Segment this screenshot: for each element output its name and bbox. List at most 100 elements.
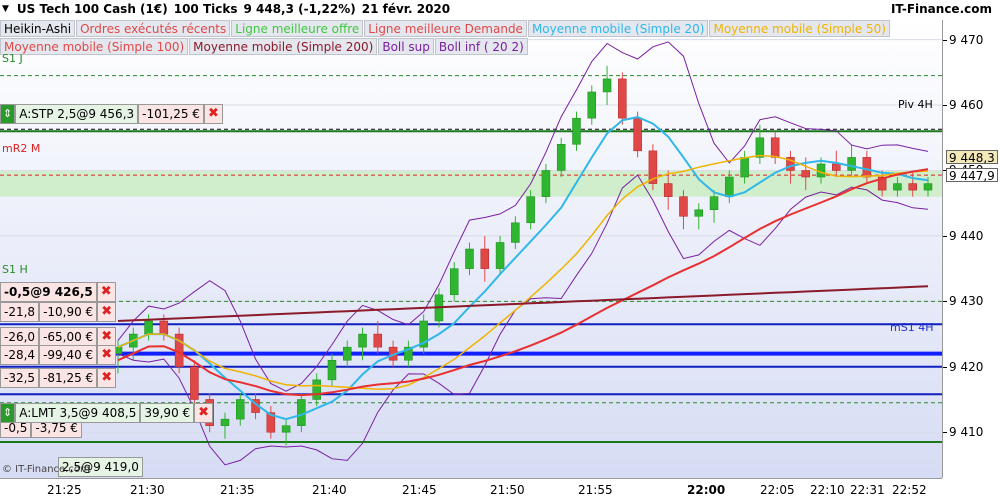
price-tick-label: 9 440 (949, 228, 984, 243)
candle-body (541, 170, 551, 197)
time-tick-label: 21:30 (130, 483, 165, 497)
price-tick-mark (943, 39, 947, 41)
stop-order-label[interactable]: A:STP 2,5@9 456,3 (15, 104, 139, 124)
candle-body (281, 425, 291, 433)
legend-sma50[interactable]: Moyenne mobile (Simple 50) (709, 20, 890, 37)
candle-body (449, 268, 459, 296)
price-tick-mark (943, 432, 947, 434)
legend-boll-inf[interactable]: Boll inf ( 20 2) (434, 38, 528, 55)
order-row-pnl: -10,90 € (39, 302, 98, 322)
time-tick-label: 21:45 (402, 483, 437, 497)
position-order[interactable]: -0,5@9 426,5 ✖ (0, 282, 116, 302)
drag-handle-icon[interactable]: ⇕ (0, 104, 16, 124)
candle-body (801, 170, 810, 178)
candle-body (312, 379, 321, 400)
order-row-pnl: -65,00 € (39, 327, 98, 347)
time-tick-label: 22:31 (850, 483, 885, 497)
stop-order[interactable]: ⇕ A:STP 2,5@9 456,3 -101,25 € ✖ (0, 104, 223, 124)
price-tick-label: 9 410 (949, 425, 984, 440)
drag-handle-icon[interactable]: ⇕ (0, 403, 16, 423)
price-tick-label: 9 430 (949, 294, 984, 309)
candle-body (159, 320, 169, 335)
candle-body (923, 183, 933, 191)
limit-order[interactable]: ⇕ A:LMT 3,5@9 408,5 39,90 € ✖ (0, 403, 214, 423)
order-row[interactable]: -26,0 -65,00 € ✖ (0, 327, 117, 347)
close-icon[interactable]: ✖ (96, 282, 116, 302)
candle-body (572, 117, 581, 145)
position-label[interactable]: -0,5@9 426,5 (0, 282, 97, 302)
legend-best-demand[interactable]: Ligne meilleure Demande (364, 20, 527, 37)
legend-sma20[interactable]: Moyenne mobile (Simple 20) (527, 20, 709, 37)
close-icon[interactable]: ✖ (97, 345, 117, 365)
time-tick-label: 22:10 (810, 483, 845, 497)
order-row-pnl: -99,40 € (39, 345, 98, 365)
limit-order-pnl: 39,90 € (140, 403, 195, 423)
order-row[interactable]: -32,5 -81,25 € ✖ (0, 368, 117, 388)
price-tick-label: 9 420 (949, 359, 984, 374)
level-mr2m: mR2 M (2, 142, 41, 155)
candle-body (633, 117, 642, 152)
price-tick-mark (943, 235, 947, 237)
time-tick-label: 21:40 (312, 483, 347, 497)
chart-date: 21 févr. 2020 (361, 2, 451, 16)
order-row[interactable]: -21,8 -10,90 € ✖ (0, 302, 117, 322)
time-tick-label: 21:50 (490, 483, 525, 497)
candle-body (220, 418, 230, 426)
candle-body (770, 137, 780, 158)
time-tick-label: 22:00 (687, 483, 726, 497)
price-tick-label: 9 470 (949, 32, 984, 47)
order-row-qty: -26,0 (0, 327, 40, 347)
price-tick-mark (943, 105, 947, 107)
candle-body (694, 209, 704, 217)
close-icon[interactable]: ✖ (97, 327, 117, 347)
price-change: 9 448,3 (-1,22%) (243, 2, 356, 16)
close-icon[interactable]: ✖ (97, 302, 117, 322)
price-axis[interactable]: 9 4709 4609 4509 4409 4309 4209 410 (942, 20, 1000, 478)
candle-body (832, 163, 841, 171)
title-bar: ▼ US Tech 100 Cash (1€) 100 Ticks 9 448,… (0, 0, 1000, 20)
candle-body (755, 137, 765, 158)
legend-boll-sup[interactable]: Boll sup (378, 38, 434, 55)
tick-setting[interactable]: 100 Ticks (174, 2, 238, 16)
candle-body (373, 333, 383, 348)
ask-price-badge: 9 447,9 (946, 168, 998, 183)
close-icon[interactable]: ✖ (194, 403, 214, 423)
time-tick-label: 21:35 (220, 483, 255, 497)
instrument-name[interactable]: US Tech 100 Cash (1€) (17, 2, 168, 16)
time-axis[interactable]: 21:25 21:30 21:35 21:40 21:45 21:50 21:55 22:00… (0, 478, 942, 500)
legend-recent-orders[interactable]: Ordres exécutés récents (76, 20, 231, 37)
legend-sma200[interactable]: Moyenne mobile (Simple 200) (189, 38, 378, 55)
candle-body (358, 333, 367, 348)
legend-heikin-ashi[interactable]: Heikin-Ashi (0, 20, 76, 37)
limit-order-label[interactable]: A:LMT 3,5@9 408,5 (15, 403, 141, 423)
price-tick-mark (943, 366, 947, 368)
price-tick-mark (943, 301, 947, 303)
order-row-qty: -21,8 (0, 302, 40, 322)
candle-body (465, 248, 474, 269)
level-s1h: S1 H (2, 263, 28, 276)
candle-body (144, 320, 153, 335)
time-tick-label: 22:52 (892, 483, 927, 497)
close-icon[interactable]: ✖ (203, 104, 223, 124)
candle-body (327, 359, 337, 381)
time-tick-label: 21:25 (47, 483, 82, 497)
candle-body (847, 157, 856, 171)
legend-best-offer[interactable]: Ligne meilleure offre (231, 20, 364, 37)
candle-body (495, 242, 505, 269)
candle-body (602, 78, 612, 93)
candle-body (342, 346, 352, 361)
level-ms14h: mS1 4H (890, 321, 934, 334)
candle-body (618, 78, 627, 119)
legend-sma100[interactable]: Moyenne mobile (Simple 100) (0, 38, 189, 55)
candle-body (679, 196, 688, 217)
close-icon[interactable]: ✖ (97, 368, 117, 388)
time-tick-label: 21:55 (578, 483, 613, 497)
price-tick-label: 9 460 (949, 98, 984, 113)
candle-body (740, 157, 749, 178)
dropdown-arrow-icon[interactable]: ▼ (2, 4, 9, 14)
candle-body (725, 176, 734, 197)
candle-body (862, 157, 872, 178)
order-row[interactable]: -28,4 -99,40 € ✖ (0, 345, 117, 365)
candle-body (556, 144, 566, 171)
candle-body (709, 196, 719, 210)
